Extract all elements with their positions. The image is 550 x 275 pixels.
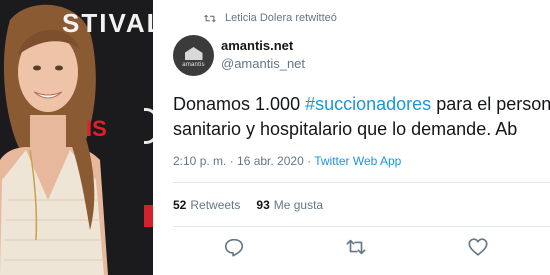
retweets-count: 52	[173, 198, 187, 212]
tweet-text-end: para el personal	[436, 94, 550, 114]
hashtag-link[interactable]: #succionadores	[305, 94, 431, 114]
like-button[interactable]	[467, 236, 489, 258]
tweet-meta: 2:10 p. m. · 16 abr. 2020 · Twitter Web …	[173, 154, 401, 168]
divider	[173, 182, 550, 183]
author-handle[interactable]: @amantis_net	[221, 56, 305, 71]
retweet-icon	[203, 14, 217, 22]
tweet-text-start: Donamos 1.000	[173, 94, 306, 114]
photo-red-mark	[144, 205, 153, 227]
tweet-actions	[153, 236, 550, 260]
tweet-timestamp[interactable]: 2:10 p. m. · 16 abr. 2020 ·	[173, 154, 314, 168]
tweet-card: Leticia Dolera retwitteó amantis amantis…	[153, 0, 550, 275]
divider	[173, 226, 550, 227]
photo-logo-mark	[144, 108, 153, 144]
retweets-stat[interactable]: 52 Retweets	[173, 198, 240, 212]
avatar-label: amantis	[182, 62, 205, 68]
reply-button[interactable]	[223, 236, 245, 258]
woman-portrait-image	[0, 4, 108, 275]
retweeted-by-line[interactable]: Leticia Dolera retwitteó	[203, 12, 337, 24]
tweet-stats: 52 Retweets 93 Me gusta	[173, 198, 323, 212]
tweet-text-line2: sanitario y hospitalario que lo demande.…	[173, 119, 518, 139]
retweeted-by-label: Leticia Dolera retwitteó	[225, 12, 337, 24]
likes-stat[interactable]: 93 Me gusta	[256, 198, 323, 212]
avatar[interactable]: amantis	[173, 35, 214, 76]
tweet-photo[interactable]: STIVAL IS	[0, 0, 153, 275]
retweet-button[interactable]	[345, 236, 367, 258]
like-icon	[468, 238, 488, 256]
source-app-link[interactable]: Twitter Web App	[314, 154, 401, 168]
author-name[interactable]: amantis.net	[221, 38, 293, 53]
reply-icon	[224, 238, 244, 257]
likes-count: 93	[256, 198, 270, 212]
photo-background-text: STIVAL	[62, 8, 153, 38]
likes-label: Me gusta	[273, 198, 324, 212]
house-icon	[184, 47, 203, 60]
retweet-icon	[346, 239, 366, 255]
tweet-text: Donamos 1.000 #succionadores para el per…	[173, 92, 550, 142]
retweets-label: Retweets	[190, 198, 241, 212]
photo-red-text: IS	[86, 116, 107, 141]
